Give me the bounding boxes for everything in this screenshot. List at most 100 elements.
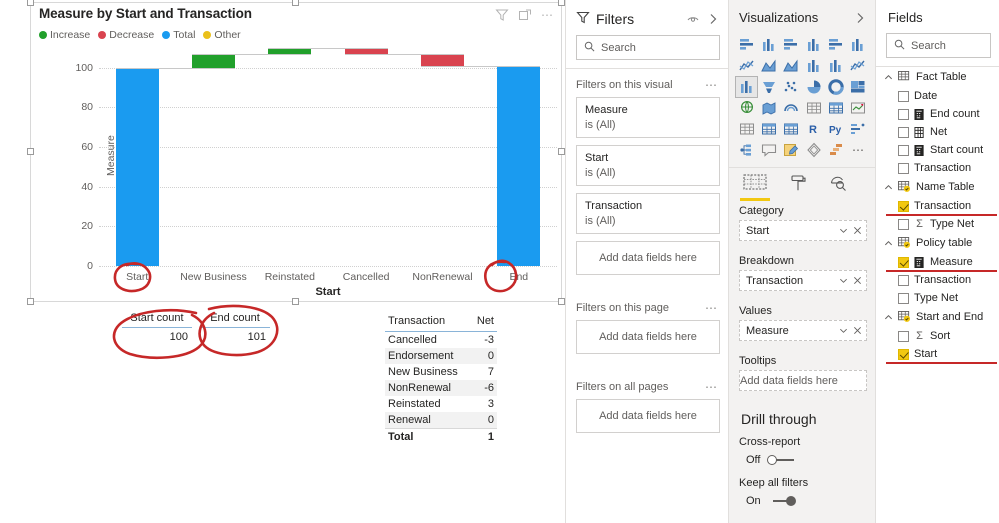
more-visuals-icon-icon[interactable]: ⋯ (848, 140, 869, 160)
waterfall-chart-visual[interactable]: Measure by Start and Transaction ⋯ Incre… (27, 0, 565, 305)
table-row[interactable]: Renewal 0 (385, 412, 497, 429)
clustered-column-chart-icon[interactable] (803, 35, 824, 55)
fields-search-input[interactable]: Search (886, 33, 991, 58)
bar-end[interactable] (497, 65, 541, 266)
line-stacked-column-chart-icon[interactable] (803, 56, 824, 76)
resize-handle-left-middle[interactable] (27, 148, 34, 155)
section-more-options-icon[interactable]: ⋯ (705, 380, 718, 394)
column-header-net[interactable]: Net (470, 313, 497, 332)
field-item-start-count[interactable]: Start count (876, 141, 999, 159)
cross-report-toggle-row[interactable]: Off (729, 452, 875, 474)
fields-pane[interactable]: Fields Search Fact Table Date End count Net… (875, 0, 999, 523)
keep-all-filters-toggle[interactable] (768, 496, 796, 506)
column-header-transaction[interactable]: Transaction (385, 313, 471, 332)
analytics-tab[interactable] (829, 174, 847, 201)
table-row[interactable]: New Business 7 (385, 364, 497, 380)
field-checkbox[interactable] (898, 348, 909, 360)
fields-table-start-and-end[interactable]: Start and End (876, 307, 999, 327)
hundred-stacked-bar-chart-icon[interactable] (825, 35, 846, 55)
field-item-type-net[interactable]: Type Net (876, 289, 999, 307)
section-more-options-icon[interactable]: ⋯ (705, 301, 718, 315)
fields-tree[interactable]: Fact Table Date End count Net Start count Tra… (876, 67, 999, 364)
resize-handle-bottom-right[interactable] (558, 298, 565, 305)
section-more-options-icon[interactable]: ⋯ (705, 78, 718, 92)
treemap-icon[interactable] (848, 77, 869, 97)
field-checkbox[interactable] (898, 330, 909, 342)
filter-card-measure[interactable]: Measure is (All) (576, 97, 720, 138)
decomposition-tree-icon[interactable] (736, 140, 757, 160)
visual-pane-tabs[interactable] (729, 167, 875, 201)
field-checkbox[interactable] (898, 108, 909, 120)
hundred-stacked-column-chart-icon[interactable] (848, 35, 869, 55)
smart-narrative-icon[interactable] (781, 140, 802, 160)
format-tab[interactable] (789, 174, 807, 201)
q-and-a-icon[interactable] (758, 140, 779, 160)
donut-chart-icon[interactable] (825, 77, 846, 97)
field-checkbox[interactable] (898, 274, 909, 286)
arcgis-map-icon[interactable] (781, 98, 802, 118)
card-end-count[interactable]: End count 101 (196, 312, 274, 343)
key-influencers-icon[interactable] (848, 119, 869, 139)
more-options-icon[interactable]: ⋯ (541, 8, 555, 22)
table-row[interactable]: Cancelled -3 (385, 332, 497, 349)
fields-table-fact-table[interactable]: Fact Table (876, 67, 999, 87)
table-row[interactable]: NonRenewal -6 (385, 380, 497, 396)
filter-dropzone-2[interactable]: Add data fields here (576, 399, 720, 433)
resize-handle-right-middle[interactable] (558, 148, 565, 155)
field-item-start[interactable]: Start (876, 345, 999, 364)
bar-start[interactable] (115, 67, 159, 266)
filter-card-transaction[interactable]: Transaction is (All) (576, 193, 720, 234)
report-canvas[interactable]: Measure by Start and Transaction ⋯ Incre… (0, 0, 565, 523)
r-script-visual-icon[interactable]: R (803, 119, 824, 139)
field-checkbox[interactable] (898, 256, 909, 268)
stacked-column-chart-icon[interactable] (758, 35, 779, 55)
fields-table-policy-table[interactable]: Policy table (876, 233, 999, 253)
field-item-type-net[interactable]: Σ Type Net (876, 215, 999, 233)
field-checkbox[interactable] (898, 292, 909, 304)
ribbon-chart-icon[interactable] (848, 56, 869, 76)
slicer-icon[interactable] (781, 119, 802, 139)
field-item-measure[interactable]: Measure (876, 253, 999, 272)
bar-nonrenewal[interactable] (421, 53, 464, 66)
visual-type-gallery[interactable]: R Py ⋯ (729, 33, 875, 164)
well-slot-values[interactable]: Measure (739, 320, 867, 341)
line-chart-icon[interactable] (736, 56, 757, 76)
field-checkbox[interactable] (898, 90, 909, 102)
filter-dropzone-0[interactable]: Add data fields here (576, 241, 720, 275)
field-checkbox[interactable] (898, 218, 909, 230)
field-item-sort[interactable]: Σ Sort (876, 327, 999, 345)
field-checkbox[interactable] (898, 162, 909, 174)
x-axis-label-start[interactable]: Start (99, 271, 175, 283)
power-apps-icon[interactable] (825, 140, 846, 160)
field-checkbox[interactable] (898, 126, 909, 138)
filter-dropzone-1[interactable]: Add data fields here (576, 320, 720, 354)
pie-chart-icon[interactable] (803, 77, 824, 97)
resize-handle-top-right[interactable] (558, 0, 565, 6)
line-clustered-column-chart-icon[interactable] (825, 56, 846, 76)
field-item-transaction[interactable]: Transaction (876, 271, 999, 289)
well-slot-breakdown[interactable]: Transaction (739, 270, 867, 291)
stacked-bar-chart-icon[interactable] (736, 35, 757, 55)
field-checkbox[interactable] (898, 200, 909, 212)
bar-new-business[interactable] (192, 53, 235, 68)
transaction-net-table-visual[interactable]: Transaction Net Cancelled -3 Endorsement 0 N… (385, 313, 497, 445)
filters-search-input[interactable]: Search (576, 35, 720, 60)
resize-handle-top-middle[interactable] (292, 0, 299, 6)
hide-filter-icon[interactable] (686, 12, 700, 26)
resize-handle-top-left[interactable] (27, 0, 34, 6)
well-slot-tooltips[interactable]: Add data fields here (739, 370, 867, 391)
x-axis-label-nonrenewal[interactable]: NonRenewal (404, 271, 480, 283)
collapse-pane-chevron-icon[interactable] (706, 12, 720, 26)
funnel-chart-icon[interactable] (758, 77, 779, 97)
focus-mode-icon[interactable] (518, 8, 532, 22)
filled-map-icon[interactable] (758, 98, 779, 118)
well-slot-category[interactable]: Start (739, 220, 867, 241)
kpi-icon[interactable] (848, 98, 869, 118)
table-row[interactable]: Endorsement 0 (385, 348, 497, 364)
matrix-icon[interactable] (825, 98, 846, 118)
cross-report-toggle[interactable] (767, 455, 795, 465)
clustered-bar-chart-icon[interactable] (781, 35, 802, 55)
filters-pane[interactable]: Filters Search Filters on this visual ⋯ Me… (565, 0, 728, 523)
fields-table-name-table[interactable]: Name Table (876, 177, 999, 197)
field-checkbox[interactable] (898, 144, 909, 156)
